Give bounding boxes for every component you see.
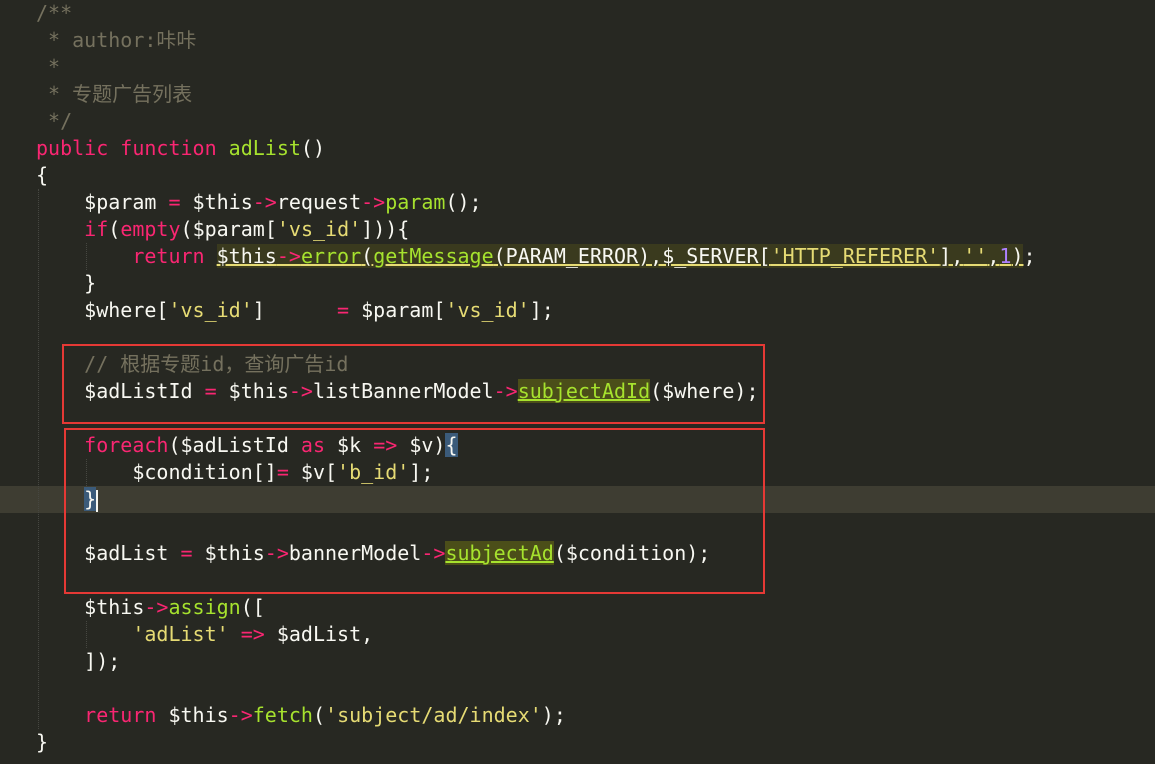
code-token: $param[ xyxy=(349,298,446,322)
code-token: getMessage xyxy=(373,244,494,268)
code-token: ( xyxy=(312,703,326,727)
code-token: () xyxy=(300,136,326,160)
code-token: ) xyxy=(1011,244,1024,268)
code-token: => xyxy=(240,622,265,646)
code-line[interactable]: * author:咔咔 xyxy=(36,27,196,54)
code-token: $this xyxy=(156,703,229,727)
code-token: $this xyxy=(180,190,253,214)
code-line[interactable]: * 专题广告列表 xyxy=(36,81,192,108)
code-token: $this xyxy=(36,595,145,619)
code-token: ( xyxy=(361,244,374,268)
code-token: 'vs_id' xyxy=(168,298,253,322)
code-token: -> xyxy=(144,595,169,619)
code-token: -> xyxy=(228,703,253,727)
code-token: ($param[ xyxy=(180,217,277,241)
code-token: fetch xyxy=(252,703,313,727)
code-line[interactable]: */ xyxy=(36,108,72,135)
code-token: 'subject/ad/index' xyxy=(325,703,542,727)
code-token: ]; xyxy=(529,298,554,322)
code-token: 'vs_id' xyxy=(445,298,530,322)
code-token: 1 xyxy=(999,244,1012,268)
code-token: 'adList' xyxy=(132,622,229,646)
code-token: -> xyxy=(361,190,386,214)
code-token: /** xyxy=(36,1,73,25)
code-editor[interactable]: /** * author:咔咔 * * 专题广告列表 */public func… xyxy=(0,0,1155,764)
code-token: ; xyxy=(1023,244,1036,268)
code-line[interactable]: if(empty($param['vs_id'])){ xyxy=(36,216,409,243)
code-token: return xyxy=(132,244,205,268)
code-token: } xyxy=(36,730,49,754)
code-token: * xyxy=(36,55,61,79)
code-token: return xyxy=(84,703,157,727)
code-token: $adList, xyxy=(264,622,374,646)
code-token: * 专题广告列表 xyxy=(36,82,193,106)
code-token: assign xyxy=(168,595,241,619)
code-token: $param xyxy=(36,190,169,214)
code-token: (PARAM_ERROR),$_SERVER[ xyxy=(493,244,771,268)
code-token: empty xyxy=(120,217,181,241)
code-token: if xyxy=(84,217,109,241)
code-line[interactable]: return $this->fetch('subject/ad/index'); xyxy=(36,702,566,729)
highlight-box-query xyxy=(62,344,765,424)
code-token: ]); xyxy=(36,649,121,673)
code-line[interactable]: /** xyxy=(36,0,72,27)
code-token: $where[ xyxy=(36,298,169,322)
code-token: function xyxy=(120,136,217,160)
code-token: 'HTTP_REFERER' xyxy=(770,244,940,268)
code-token: ([ xyxy=(240,595,265,619)
code-token: '' xyxy=(963,244,988,268)
code-line[interactable]: ]); xyxy=(36,648,120,675)
code-line[interactable]: } xyxy=(36,270,96,297)
code-token: $this xyxy=(216,244,277,268)
code-line[interactable]: $this->assign([ xyxy=(36,594,265,621)
code-line[interactable]: { xyxy=(36,162,48,189)
code-token: = xyxy=(168,190,181,214)
code-token: ( xyxy=(108,217,121,241)
code-token: request xyxy=(276,190,362,214)
code-token: ); xyxy=(541,703,566,727)
code-token: { xyxy=(36,163,49,187)
code-line[interactable]: * xyxy=(36,54,60,81)
code-token: ])){ xyxy=(361,217,410,241)
code-line[interactable]: $where['vs_id'] = $param['vs_id']; xyxy=(36,297,554,324)
code-line[interactable]: $param = $this->request->param(); xyxy=(36,189,482,216)
code-line[interactable]: } xyxy=(36,729,48,756)
code-token: -> xyxy=(276,244,301,268)
code-token: = xyxy=(337,298,350,322)
code-token: ] xyxy=(252,298,338,322)
code-token: error xyxy=(300,244,362,268)
code-token: adList xyxy=(228,136,301,160)
code-line[interactable]: 'adList' => $adList, xyxy=(36,621,373,648)
code-token: ], xyxy=(939,244,964,268)
code-line[interactable]: public function adList() xyxy=(36,135,325,162)
code-line[interactable]: return $this->error(getMessage(PARAM_ERR… xyxy=(36,243,1036,270)
code-token: */ xyxy=(36,109,73,133)
code-token: 'vs_id' xyxy=(276,217,362,241)
highlight-box-foreach xyxy=(64,428,765,594)
code-token: -> xyxy=(252,190,277,214)
code-token: (); xyxy=(445,190,482,214)
code-token: } xyxy=(36,271,97,295)
code-token: * author:咔咔 xyxy=(36,28,197,52)
code-token: param xyxy=(385,190,446,214)
code-token: , xyxy=(987,244,1000,268)
code-token: public xyxy=(36,136,109,160)
